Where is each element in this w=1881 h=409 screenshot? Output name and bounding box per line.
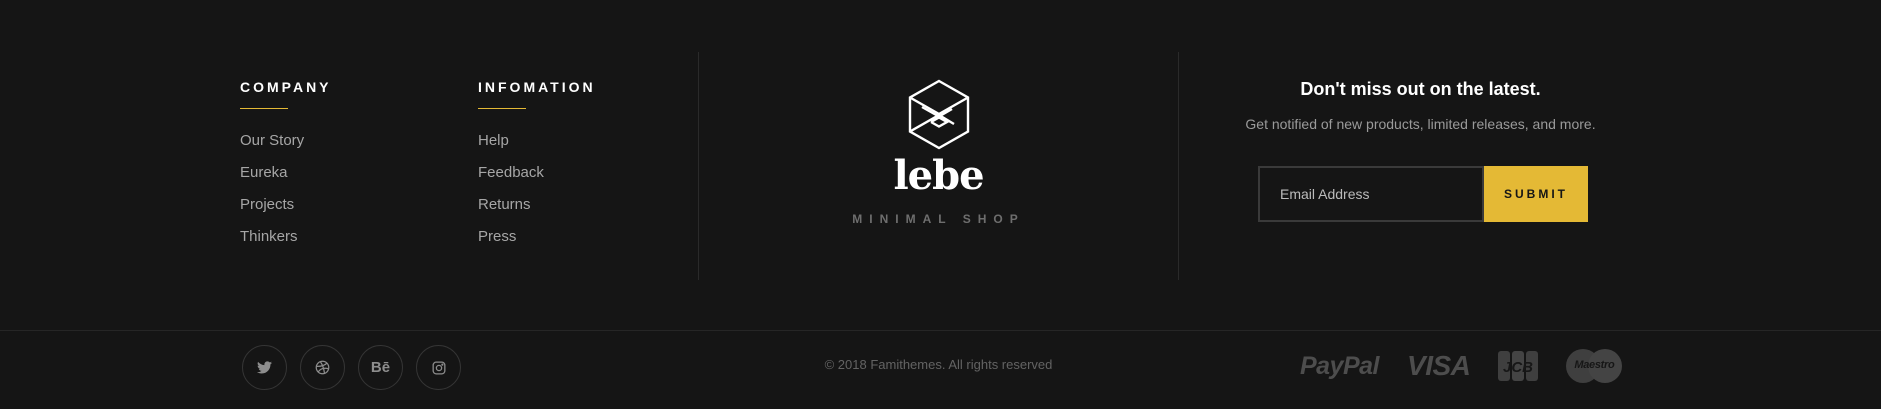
newsletter-block: Don't miss out on the latest. Get notifi… [1179,78,1662,222]
jcb-text: JCB [1503,359,1533,376]
company-link-eureka[interactable]: Eureka [240,163,440,195]
payment-methods: PayPal VISA JCB Maestro [1300,349,1623,383]
brand-name: lebe [893,152,984,199]
company-link-thinkers[interactable]: Thinkers [240,227,440,259]
dribbble-button[interactable] [300,345,345,390]
visa-logo: VISA [1407,350,1471,381]
twitter-icon [257,361,272,374]
information-link-help[interactable]: Help [478,131,678,163]
brand-tagline: MINIMAL SHOP [852,212,1025,226]
paypal-logo: PayPal [1300,352,1380,380]
newsletter-form: SUBMIT [1258,166,1588,222]
information-link-returns[interactable]: Returns [478,195,678,227]
information-title: INFOMATION [478,79,596,95]
twitter-button[interactable] [242,345,287,390]
submit-button[interactable]: SUBMIT [1484,166,1588,222]
maestro-logo: Maestro [1566,349,1623,383]
maestro-text: Maestro [1574,359,1615,371]
jcb-logo: JCB [1498,351,1539,381]
information-column: INFOMATION Help Feedback Returns Press [478,78,678,259]
footer-bottom: Bē © 2018 Famithemes. All rights reserve… [0,331,1881,409]
behance-button[interactable]: Bē [358,345,403,390]
instagram-button[interactable] [416,345,461,390]
newsletter-title: Don't miss out on the latest. [1300,79,1541,99]
company-column: COMPANY Our Story Eureka Projects Thinke… [240,78,440,259]
social-links: Bē [242,345,461,390]
brand-block[interactable]: lebe MINIMAL SHOP [699,78,1178,226]
hexagon-logo-icon [908,79,969,150]
instagram-icon [432,361,445,374]
information-link-press[interactable]: Press [478,227,678,259]
information-title-underline [478,108,526,109]
copyright: © 2018 Famithemes. All rights reserved [824,357,1053,372]
behance-icon: Bē [370,359,391,376]
company-link-projects[interactable]: Projects [240,195,440,227]
information-link-feedback[interactable]: Feedback [478,163,678,195]
email-input[interactable] [1258,166,1484,222]
dribbble-icon [315,360,330,375]
information-links: Help Feedback Returns Press [478,131,678,259]
footer-top: COMPANY Our Story Eureka Projects Thinke… [0,0,1881,330]
company-title-underline [240,108,288,109]
newsletter-subtitle: Get notified of new products, limited re… [1245,116,1596,132]
company-links: Our Story Eureka Projects Thinkers [240,131,440,259]
company-link-our-story[interactable]: Our Story [240,131,440,163]
company-title: COMPANY [240,79,332,95]
